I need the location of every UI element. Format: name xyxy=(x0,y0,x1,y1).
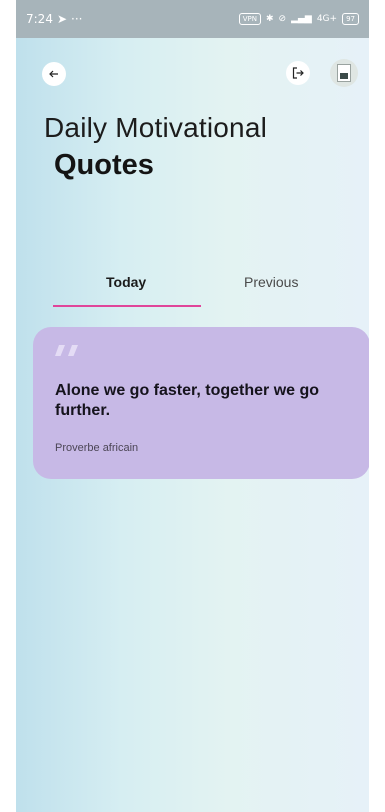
quote-text: Alone we go faster, together we go furth… xyxy=(55,382,320,419)
app-screen: 7:24 ➤ ··· VPN ✱ ⊘ ▂▄▆ 4G+ 97 Daily Moti… xyxy=(16,0,369,812)
page-title-emphasis: Quotes xyxy=(54,149,154,181)
screen: 7:24 ➤ ··· VPN ✱ ⊘ ▂▄▆ 4G+ 97 Daily Moti… xyxy=(0,0,385,812)
link-icon: ⊘ xyxy=(278,14,287,24)
status-dots: ··· xyxy=(71,12,83,26)
page-title: Daily Motivational xyxy=(44,112,268,143)
avatar-image xyxy=(337,64,351,82)
signal-icon: ▂▄▆ xyxy=(291,14,312,24)
tab-today[interactable]: Today xyxy=(106,274,146,290)
network-type: 4G+ xyxy=(316,14,338,24)
back-button[interactable] xyxy=(42,62,66,86)
active-tab-indicator xyxy=(53,305,201,307)
status-right: VPN ✱ ⊘ ▂▄▆ 4G+ 97 xyxy=(238,13,359,25)
logout-icon xyxy=(292,67,304,79)
status-time: 7:24 xyxy=(26,12,53,26)
arrow-left-icon xyxy=(49,70,58,78)
bluetooth-icon: ✱ xyxy=(265,14,274,24)
send-icon: ➤ xyxy=(56,12,68,26)
logout-button[interactable] xyxy=(286,61,310,85)
quote-author: Proverbe africain xyxy=(55,442,139,454)
status-bar: 7:24 ➤ ··· VPN ✱ ⊘ ▂▄▆ 4G+ 97 xyxy=(16,0,369,38)
avatar[interactable] xyxy=(330,59,358,87)
tab-previous[interactable]: Previous xyxy=(244,274,298,290)
quote-icon xyxy=(55,345,78,356)
battery-icon: 97 xyxy=(342,13,359,25)
quote-card: Alone we go faster, together we go furth… xyxy=(33,327,369,479)
vpn-badge: VPN xyxy=(238,13,261,25)
status-left: 7:24 ➤ ··· xyxy=(26,12,82,26)
